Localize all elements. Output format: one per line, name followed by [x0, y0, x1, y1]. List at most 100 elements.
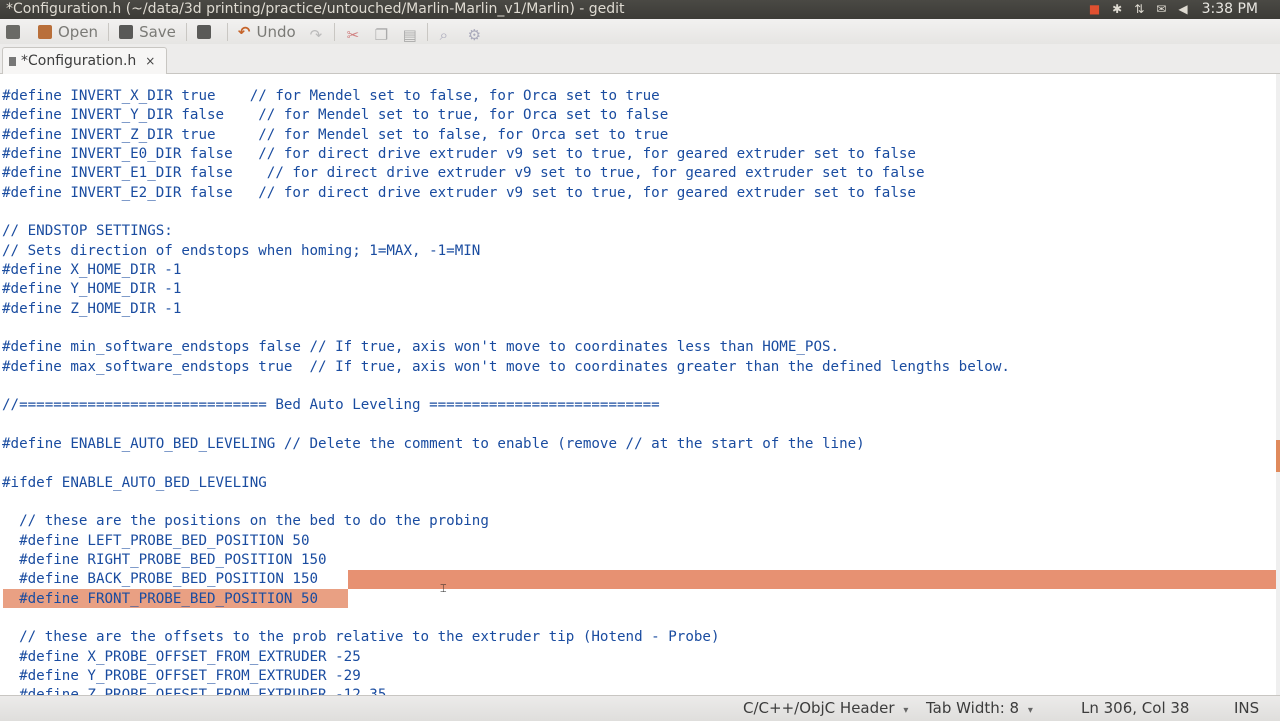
code-line[interactable]: #define Z_HOME_DIR -1 — [2, 300, 181, 319]
document-icon — [9, 56, 16, 66]
copy-icon[interactable]: ❐ — [375, 26, 388, 44]
code-line[interactable]: // Sets direction of endstops when homin… — [2, 242, 480, 261]
open-button[interactable]: Open — [32, 19, 104, 44]
code-line[interactable]: #define Y_HOME_DIR -1 — [2, 280, 181, 299]
cut-icon[interactable]: ✂ — [347, 26, 360, 44]
code-line[interactable]: #define Z_PROBE_OFFSET_FROM_EXTRUDER -12… — [2, 686, 386, 695]
code-line[interactable]: #define max_software_endstops true // If… — [2, 358, 1010, 377]
code-line[interactable]: #define min_software_endstops false // I… — [2, 338, 839, 357]
toolbar-separator — [426, 22, 428, 41]
print-button[interactable] — [191, 19, 223, 44]
new-document-icon — [6, 24, 20, 39]
vertical-scrollbar[interactable] — [1276, 74, 1280, 695]
new-document-button[interactable] — [0, 19, 32, 44]
chevron-down-icon: ▾ — [903, 705, 909, 716]
tab-width-label: Tab Width: 8 — [926, 699, 1020, 717]
save-label: Save — [139, 22, 176, 41]
find-replace-icon[interactable]: ⚙ — [468, 26, 481, 44]
volume-icon[interactable]: ◀ — [1178, 0, 1187, 19]
find-icon[interactable]: ⌕ — [440, 26, 452, 44]
code-line[interactable]: // these are the positions on the bed to… — [2, 512, 489, 531]
code-line[interactable]: #define INVERT_X_DIR true // for Mendel … — [2, 87, 660, 106]
code-line[interactable]: // these are the offsets to the prob rel… — [2, 628, 720, 647]
cursor-position: Ln 306, Col 38 — [1081, 699, 1190, 717]
code-line-text: #define LEFT_PROBE_BED_POSITION 50 — [2, 532, 310, 549]
code-line-text: // ENDSTOP SETTINGS: — [2, 223, 173, 240]
code-line-text: #define INVERT_E1_DIR false // for direc… — [2, 165, 925, 182]
toolbar-separator — [226, 22, 228, 41]
current-line-highlight — [348, 570, 1276, 589]
code-line-text: //============================= Bed Auto… — [2, 397, 660, 414]
code-line[interactable]: #define INVERT_E1_DIR false // for direc… — [2, 164, 925, 183]
code-line[interactable]: #define ENABLE_AUTO_BED_LEVELING // Dele… — [2, 435, 865, 454]
window-title: *Configuration.h (~/data/3d printing/pra… — [6, 1, 625, 17]
code-line-text: #define INVERT_X_DIR true // for Mendel … — [2, 88, 660, 104]
insert-mode: INS — [1234, 699, 1260, 717]
tab-label: *Configuration.h — [21, 53, 137, 69]
undo-label: Undo — [256, 22, 296, 41]
status-bar: C/C++/ObjC Header ▾ Tab Width: 8 ▾ Ln 30… — [0, 695, 1280, 721]
toolbar: Open Save ↶ Undo ↷ ✂ ❐ ▤ ⌕ ⚙ — [0, 19, 1280, 44]
open-label: Open — [58, 22, 99, 41]
code-line-text: #define INVERT_Z_DIR true // for Mendel … — [2, 126, 669, 143]
document-tab-bar: *Configuration.h × — [0, 44, 1280, 74]
code-line[interactable]: #define RIGHT_PROBE_BED_POSITION 150 — [2, 551, 327, 570]
code-line-text: // these are the offsets to the prob rel… — [2, 629, 720, 646]
code-line[interactable]: #define BACK_PROBE_BED_POSITION 150 — [2, 570, 318, 589]
settings-icon[interactable]: ✱ — [1112, 0, 1122, 19]
chevron-down-icon: ▾ — [1027, 705, 1033, 716]
code-line-text: #define X_HOME_DIR -1 — [2, 261, 182, 278]
code-line[interactable]: #define X_PROBE_OFFSET_FROM_EXTRUDER -25 — [2, 648, 361, 667]
title-bar: *Configuration.h (~/data/3d printing/pra… — [0, 0, 1280, 19]
code-line-text: #define Y_HOME_DIR -1 — [2, 281, 182, 298]
code-line[interactable]: #define LEFT_PROBE_BED_POSITION 50 — [2, 532, 310, 551]
tab-width-selector[interactable]: Tab Width: 8 ▾ — [926, 696, 1033, 723]
close-tab-icon[interactable]: × — [145, 54, 155, 68]
toolbar-separator — [333, 22, 335, 41]
code-line-text: #define INVERT_Y_DIR false // for Mendel… — [2, 107, 669, 124]
code-line-text: #define ENABLE_AUTO_BED_LEVELING // Dele… — [2, 435, 865, 452]
code-line-text: #define Z_HOME_DIR -1 — [2, 300, 182, 317]
code-line[interactable]: #define INVERT_E2_DIR false // for direc… — [2, 184, 916, 203]
save-icon — [119, 24, 134, 39]
code-line-text: #define min_software_endstops false // I… — [2, 339, 840, 356]
code-line[interactable]: #define FRONT_PROBE_BED_POSITION 50 — [2, 590, 318, 609]
toolbar-separator — [108, 22, 110, 41]
mouse-cursor-icon: ⌶ — [440, 582, 447, 595]
toolbar-separator — [185, 22, 187, 41]
code-line[interactable]: #define INVERT_Y_DIR false // for Mendel… — [2, 106, 668, 125]
code-line-text: #define RIGHT_PROBE_BED_POSITION 150 — [2, 551, 327, 568]
code-line-text: // these are the positions on the bed to… — [2, 513, 489, 530]
code-line[interactable]: #define INVERT_Z_DIR true // for Mendel … — [2, 126, 668, 145]
panel-indicators: ■ ✱ ⇅ ✉ ◀ 3:38 PM — [1083, 0, 1280, 19]
code-line-text: #define INVERT_E2_DIR false // for direc… — [2, 184, 916, 201]
text-editor[interactable]: #define INVERT_X_DIR true // for Mendel … — [0, 74, 1276, 695]
code-line-text: #ifdef ENABLE_AUTO_BED_LEVELING — [2, 474, 267, 491]
code-line-text: #define Z_PROBE_OFFSET_FROM_EXTRUDER -12… — [2, 687, 386, 695]
code-line[interactable]: #ifdef ENABLE_AUTO_BED_LEVELING — [2, 474, 267, 493]
code-line-text: #define X_PROBE_OFFSET_FROM_EXTRUDER -25 — [2, 648, 361, 665]
notification-icon[interactable]: ■ — [1089, 0, 1100, 19]
mail-icon[interactable]: ✉ — [1156, 0, 1166, 19]
paste-icon[interactable]: ▤ — [403, 26, 417, 44]
code-line[interactable]: //============================= Bed Auto… — [2, 396, 660, 415]
scrollbar-thumb[interactable] — [1276, 440, 1280, 472]
network-icon[interactable]: ⇅ — [1134, 0, 1144, 19]
open-icon — [38, 24, 52, 39]
code-line[interactable]: // ENDSTOP SETTINGS: — [2, 222, 173, 241]
tab-configuration-h[interactable]: *Configuration.h × — [2, 47, 167, 74]
clock[interactable]: 3:38 PM — [1202, 0, 1258, 19]
code-line[interactable]: #define Y_PROBE_OFFSET_FROM_EXTRUDER -29 — [2, 667, 361, 686]
code-line-text: #define FRONT_PROBE_BED_POSITION 50 — [2, 590, 319, 607]
code-line[interactable]: #define X_HOME_DIR -1 — [2, 261, 181, 280]
save-button[interactable]: Save — [113, 19, 182, 44]
code-line-text: #define BACK_PROBE_BED_POSITION 150 — [2, 571, 319, 588]
print-icon — [196, 24, 211, 39]
undo-icon: ↶ — [237, 22, 251, 41]
language-selector[interactable]: C/C++/ObjC Header ▾ — [743, 696, 908, 723]
language-label: C/C++/ObjC Header — [743, 699, 895, 717]
code-line[interactable]: #define INVERT_E0_DIR false // for direc… — [2, 145, 916, 164]
code-line-text: #define INVERT_E0_DIR false // for direc… — [2, 145, 916, 162]
redo-icon[interactable]: ↷ — [310, 26, 323, 44]
undo-button[interactable]: ↶ Undo — [232, 19, 302, 44]
